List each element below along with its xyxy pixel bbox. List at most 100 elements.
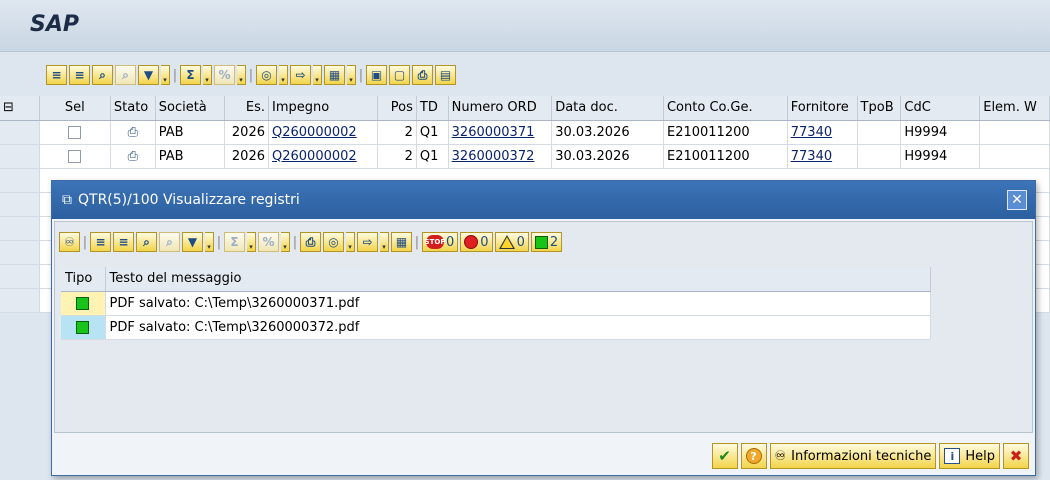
col-numero-ord[interactable]: Numero ORD <box>448 96 553 121</box>
table-row[interactable]: ⎙ PAB 2026 Q260000002 2 Q1 3260000372 30… <box>0 144 1050 169</box>
cell-impegno[interactable]: Q260000002 <box>268 120 379 145</box>
subtotal-dropdown-icon[interactable]: ▾ <box>237 65 246 85</box>
layout-icon[interactable]: ▦ <box>324 65 345 85</box>
success-count-button[interactable]: 2 <box>530 232 563 252</box>
sort-descending-icon[interactable]: ≡ <box>113 232 134 252</box>
subtotal-icon[interactable]: % <box>258 232 279 252</box>
close-icon[interactable]: ✕ <box>1007 190 1027 210</box>
warning-count-button[interactable]: 0 <box>494 232 529 252</box>
printer-icon[interactable]: ⎙ <box>110 144 156 169</box>
col-td[interactable]: TD <box>416 96 449 121</box>
print-preview-dropdown-icon[interactable]: ▾ <box>279 65 288 85</box>
export-dropdown-icon[interactable]: ▾ <box>380 232 389 252</box>
col-es[interactable]: Es. <box>224 96 269 121</box>
question-button[interactable]: ? <box>740 443 767 469</box>
print-preview-dropdown-icon[interactable]: ▾ <box>346 232 355 252</box>
find-next-icon[interactable]: ⌕ <box>159 232 180 252</box>
row-selector[interactable] <box>0 192 40 217</box>
print-preview-icon[interactable]: ◎ <box>323 232 344 252</box>
subtotal-icon[interactable]: % <box>214 65 235 85</box>
cell-numero-ord[interactable]: 3260000371 <box>448 120 553 145</box>
export-dropdown-icon[interactable]: ▾ <box>313 65 322 85</box>
export-icon[interactable]: ⇨ <box>290 65 311 85</box>
cancel-button[interactable]: ✖ <box>1003 443 1029 469</box>
detail-icon[interactable]: ▤ <box>435 65 456 85</box>
success-icon <box>76 320 90 334</box>
technical-info-icon[interactable]: ♾ <box>59 232 80 252</box>
sort-descending-icon[interactable]: ≡ <box>69 65 90 85</box>
stop-count-button[interactable]: STOP 0 <box>422 232 459 252</box>
dialog-title-bar[interactable]: ⧉ QTR(5)/100 Visualizzare registri ✕ <box>52 181 1035 219</box>
sum-icon[interactable]: Σ <box>180 65 201 85</box>
message-row[interactable]: PDF salvato: C:\Temp\3260000371.pdf <box>61 291 931 316</box>
deselect-all-icon[interactable]: ▢ <box>389 65 410 85</box>
col-impegno[interactable]: Impegno <box>268 96 379 121</box>
row-checkbox[interactable] <box>68 149 82 163</box>
impegno-link[interactable]: Q260000002 <box>272 149 357 164</box>
help-button[interactable]: i Help <box>939 443 1000 469</box>
row-selector[interactable] <box>0 144 40 169</box>
select-all-icon[interactable]: ▣ <box>366 65 387 85</box>
col-societa[interactable]: Società <box>155 96 226 121</box>
cell-fornitore[interactable]: 77340 <box>787 120 858 145</box>
col-tipo[interactable]: Tipo <box>61 267 106 292</box>
col-elem[interactable]: Elem. W <box>979 96 1050 121</box>
col-tpob[interactable]: TpoB <box>857 96 902 121</box>
sort-ascending-icon[interactable]: ≡ <box>90 232 111 252</box>
row-selector[interactable] <box>0 120 40 145</box>
printer-icon[interactable]: ⎙ <box>300 232 321 252</box>
message-row[interactable]: PDF salvato: C:\Temp\3260000372.pdf <box>61 315 931 340</box>
print-preview-icon[interactable]: ◎ <box>256 65 277 85</box>
row-selector[interactable] <box>0 240 40 265</box>
row-selector[interactable] <box>0 168 40 193</box>
filter-icon[interactable]: ▼ <box>182 232 203 252</box>
col-cdc[interactable]: CdC <box>900 96 981 121</box>
filter-icon[interactable]: ▼ <box>138 65 159 85</box>
sort-ascending-icon[interactable]: ≡ <box>46 65 67 85</box>
sum-dropdown-icon[interactable]: ▾ <box>247 232 256 252</box>
sum-dropdown-icon[interactable]: ▾ <box>203 65 212 85</box>
cell-fornitore[interactable]: 77340 <box>787 144 858 169</box>
subtotal-dropdown-icon[interactable]: ▾ <box>281 232 290 252</box>
sel-cell[interactable] <box>39 144 111 169</box>
row-checkbox[interactable] <box>68 125 82 139</box>
toolbar-separator: | <box>414 234 420 250</box>
table-row[interactable]: ⎙ PAB 2026 Q260000002 2 Q1 3260000371 30… <box>0 120 1050 145</box>
printer-icon[interactable]: ⎙ <box>110 120 156 145</box>
confirm-button[interactable]: ✔ <box>711 443 738 469</box>
row-selector[interactable] <box>0 216 40 241</box>
layout-icon[interactable]: ▦ <box>391 232 412 252</box>
message-header-row: Tipo Testo del messaggio <box>61 267 931 292</box>
sel-cell[interactable] <box>39 120 111 145</box>
cell-numero-ord[interactable]: 3260000372 <box>448 144 553 169</box>
technical-info-button[interactable]: ♾ Informazioni tecniche <box>769 443 937 469</box>
fornitore-link[interactable]: 77340 <box>791 149 832 164</box>
col-data-doc[interactable]: Data doc. <box>551 96 664 121</box>
export-icon[interactable]: ⇨ <box>357 232 378 252</box>
find-next-icon[interactable]: ⌕ <box>115 65 136 85</box>
filter-dropdown-icon[interactable]: ▾ <box>161 65 170 85</box>
fornitore-link[interactable]: 77340 <box>791 125 832 140</box>
numero-ord-link[interactable]: 3260000371 <box>452 125 535 140</box>
col-fornitore[interactable]: Fornitore <box>787 96 858 121</box>
impegno-link[interactable]: Q260000002 <box>272 125 357 140</box>
log-dialog: ⧉ QTR(5)/100 Visualizzare registri ✕ ♾ |… <box>51 180 1036 476</box>
cell-data-doc: 30.03.2026 <box>551 120 664 145</box>
col-sel[interactable]: Sel <box>39 96 111 121</box>
row-selector[interactable] <box>0 264 40 289</box>
row-selector[interactable] <box>0 288 40 313</box>
find-icon[interactable]: ⌕ <box>92 65 113 85</box>
col-testo[interactable]: Testo del messaggio <box>105 267 931 292</box>
cell-impegno[interactable]: Q260000002 <box>268 144 379 169</box>
printer-icon[interactable]: ⎙ <box>412 65 433 85</box>
error-count-button[interactable]: 0 <box>460 232 493 252</box>
find-icon[interactable]: ⌕ <box>136 232 157 252</box>
filter-dropdown-icon[interactable]: ▾ <box>205 232 214 252</box>
col-pos[interactable]: Pos <box>377 96 417 121</box>
sum-icon[interactable]: Σ <box>224 232 245 252</box>
layout-settings-icon[interactable]: ⊟ <box>0 96 40 121</box>
col-stato[interactable]: Stato <box>110 96 156 121</box>
layout-dropdown-icon[interactable]: ▾ <box>347 65 356 85</box>
col-conto[interactable]: Conto Co.Ge. <box>663 96 788 121</box>
numero-ord-link[interactable]: 3260000372 <box>452 149 535 164</box>
